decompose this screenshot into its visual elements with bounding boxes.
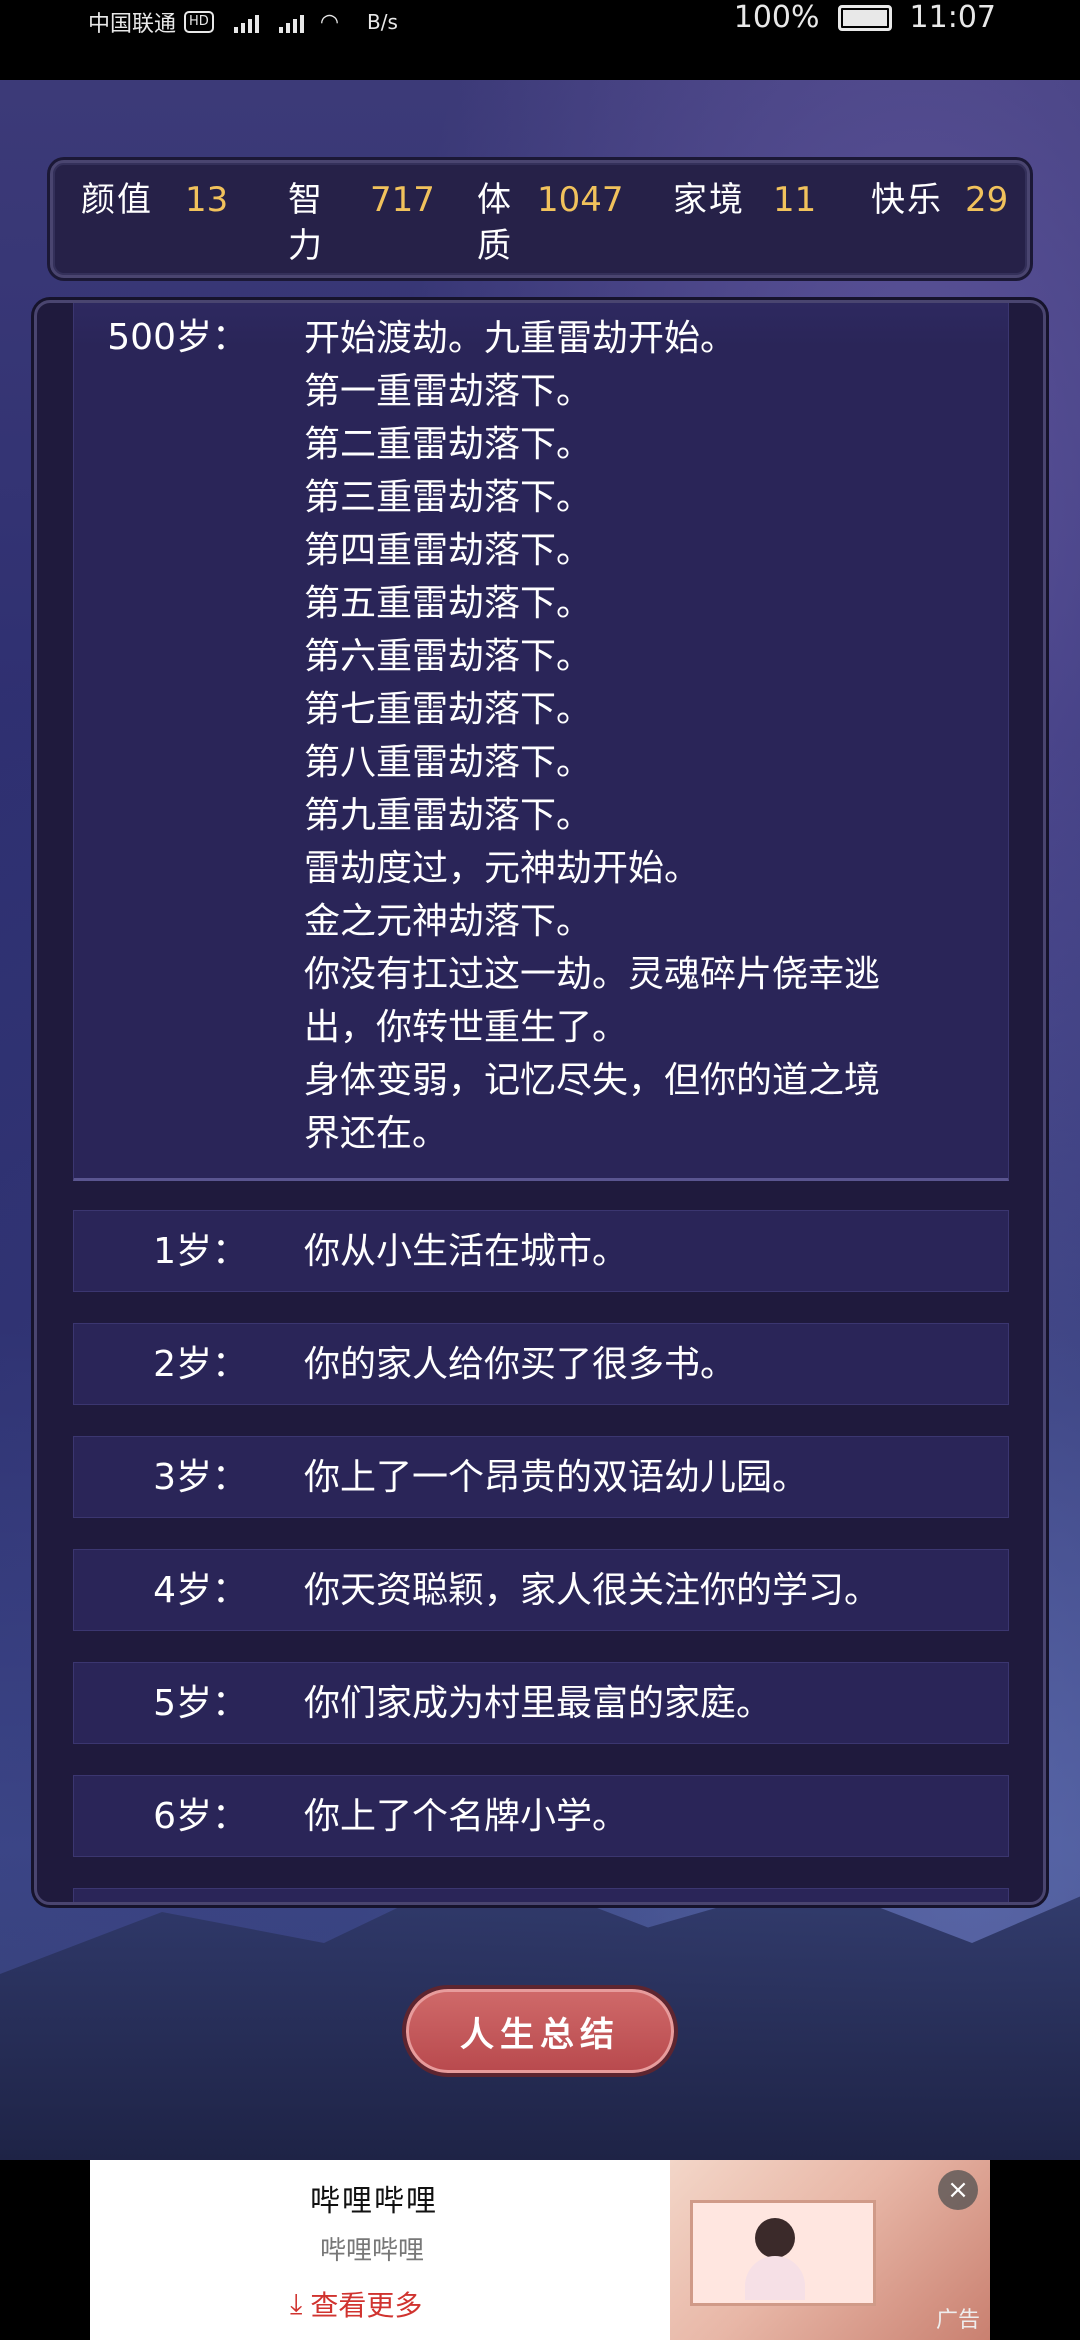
stat-label: 快乐	[871, 180, 943, 220]
log-line: 金之元神劫落下。	[304, 901, 593, 942]
close-icon[interactable]: ×	[938, 2170, 978, 2210]
status-bar: 中国联通 HD ◠ B/s 100% 11:07	[0, 0, 1080, 80]
network-speed: B/s	[367, 10, 398, 34]
log-entry: 2岁： 你的家人给你买了很多书。	[73, 1323, 1009, 1405]
ad-title: 哔哩哔哩	[310, 2184, 438, 2219]
battery-percent: 100%	[733, 0, 820, 35]
ad-tag: 广告	[935, 2308, 980, 2333]
wifi-icon: ◠	[319, 9, 340, 35]
log-text: 你的家人给你买了很多书。	[304, 1344, 737, 1385]
log-entry-partial	[73, 1888, 1009, 1902]
log-line: 第八重雷劫落下。	[304, 742, 593, 783]
stat-happiness: 快乐 29	[871, 177, 1008, 223]
log-line: 身体变弱，记忆尽失，但你的道之境	[304, 1060, 881, 1101]
log-text: 开始渡劫。九重雷劫开始。 第一重雷劫落下。 第二重雷劫落下。 第三重雷劫落下。 …	[304, 312, 984, 1160]
log-line: 第一重雷劫落下。	[304, 371, 593, 412]
log-age: 1岁：	[153, 1231, 248, 1272]
stat-label: 体质	[477, 180, 513, 266]
stat-value: 13	[185, 180, 229, 220]
log-text: 你上了个名牌小学。	[304, 1796, 629, 1837]
battery-icon	[837, 4, 892, 31]
log-line: 雷劫度过，元神劫开始。	[304, 848, 701, 889]
life-log-list[interactable]: 500岁： 开始渡劫。九重雷劫开始。 第一重雷劫落下。 第二重雷劫落下。 第三重…	[73, 303, 1009, 1902]
stat-value: 1047	[537, 180, 624, 220]
log-age: 500岁：	[107, 317, 248, 358]
log-line: 第三重雷劫落下。	[304, 477, 593, 518]
stat-label: 家境	[673, 180, 745, 220]
log-line: 开始渡劫。九重雷劫开始。	[304, 318, 737, 359]
log-text: 你从小生活在城市。	[304, 1231, 629, 1272]
log-text: 你们家成为村里最富的家庭。	[304, 1683, 773, 1724]
log-entry: 1岁： 你从小生活在城市。	[73, 1210, 1009, 1292]
hd-badge: HD	[184, 11, 214, 33]
status-right: 100% 11:07	[734, 0, 996, 35]
carrier-name: 中国联通	[88, 12, 177, 37]
life-summary-button[interactable]: 人生总结	[402, 1985, 678, 2077]
stat-label: 智力	[288, 180, 324, 266]
log-text: 你天资聪颖，家人很关注你的学习。	[304, 1570, 881, 1611]
log-line: 第四重雷劫落下。	[304, 530, 593, 571]
log-entry: 4岁： 你天资聪颖，家人很关注你的学习。	[73, 1549, 1009, 1631]
stat-label: 颜值	[81, 180, 153, 220]
log-line: 你没有扛过这一劫。灵魂碎片侥幸逃	[304, 954, 881, 995]
ad-banner[interactable]: 哔哩哔哩 哔哩哔哩 ⤓ 查看更多 × 广告	[90, 2160, 990, 2340]
signal-icon-2	[278, 11, 304, 33]
log-age: 5岁：	[153, 1683, 248, 1724]
download-icon: ⤓	[290, 2287, 303, 2320]
stat-value: 11	[773, 180, 817, 220]
stat-family: 家境 11	[673, 177, 816, 223]
log-line: 第五重雷劫落下。	[304, 583, 593, 624]
log-age: 2岁：	[153, 1344, 248, 1385]
log-entry: 5岁： 你们家成为村里最富的家庭。	[73, 1662, 1009, 1744]
ad-image-person-head	[755, 2218, 795, 2258]
signal-icon	[233, 11, 259, 33]
log-age: 3岁：	[153, 1457, 248, 1498]
log-line: 界还在。	[304, 1113, 449, 1154]
ad-image[interactable]: × 广告	[670, 2160, 990, 2340]
log-text: 你上了一个昂贵的双语幼儿园。	[304, 1457, 809, 1498]
log-age: 6岁：	[153, 1796, 248, 1837]
attribute-stats-bar: 颜值 13 智力 717 体质 1047 家境 11 快乐 29	[50, 160, 1030, 278]
log-line: 出，你转世重生了。	[304, 1007, 629, 1048]
log-entry: 3岁： 你上了一个昂贵的双语幼儿园。	[73, 1436, 1009, 1518]
ad-cta-label: 查看更多	[310, 2289, 423, 2322]
status-left: 中国联通 HD ◠ B/s	[88, 6, 398, 38]
log-line: 第七重雷劫落下。	[304, 689, 593, 730]
log-line: 第九重雷劫落下。	[304, 795, 593, 836]
ad-subtitle: 哔哩哔哩	[320, 2236, 425, 2266]
log-entry-500: 500岁： 开始渡劫。九重雷劫开始。 第一重雷劫落下。 第二重雷劫落下。 第三重…	[73, 303, 1009, 1181]
clock: 11:07	[909, 0, 996, 35]
life-log-panel[interactable]: 500岁： 开始渡劫。九重雷劫开始。 第一重雷劫落下。 第二重雷劫落下。 第三重…	[34, 300, 1046, 1905]
ad-view-more-link[interactable]: ⤓ 查看更多	[290, 2284, 422, 2324]
stat-constitution: 体质 1047	[477, 177, 624, 269]
log-line: 第六重雷劫落下。	[304, 636, 593, 677]
log-entry: 6岁： 你上了个名牌小学。	[73, 1775, 1009, 1857]
log-age: 4岁：	[153, 1570, 248, 1611]
stat-value: 717	[370, 180, 435, 220]
log-line: 第二重雷劫落下。	[304, 424, 593, 465]
stat-value: 29	[965, 180, 1009, 220]
stat-intelligence: 智力 717	[288, 177, 435, 269]
stat-appearance: 颜值 13	[81, 177, 228, 223]
